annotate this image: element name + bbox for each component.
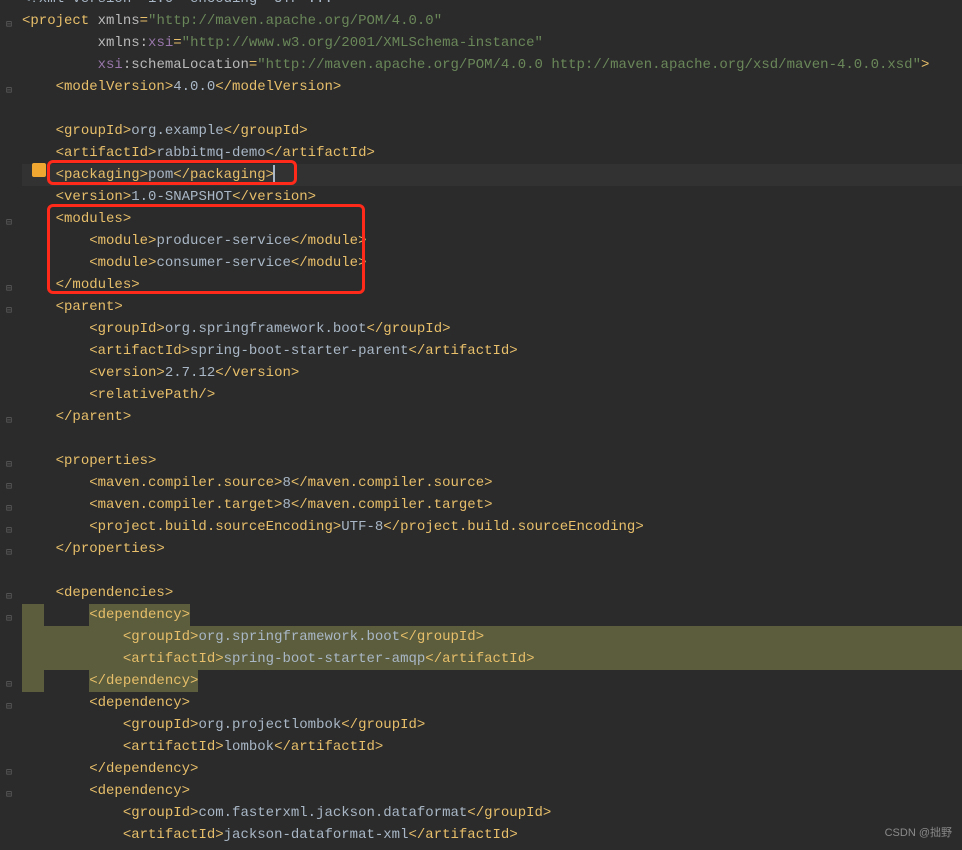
code-area[interactable]: <?xml version="1.0" encoding="UTF-...<pr… xyxy=(22,0,962,850)
code-line[interactable]: <groupId>org.example</groupId> xyxy=(22,120,962,142)
code-line[interactable]: <relativePath/> xyxy=(22,384,962,406)
code-line[interactable]: <parent> xyxy=(22,296,962,318)
code-line[interactable]: <properties> xyxy=(22,450,962,472)
fold-toggle[interactable]: ⊟ xyxy=(6,609,12,631)
fold-toggle[interactable]: ⊟ xyxy=(6,763,12,785)
code-line[interactable]: <groupId>com.fasterxml.jackson.dataforma… xyxy=(22,802,962,824)
change-marker xyxy=(22,670,44,692)
code-line[interactable]: <artifactId>lombok</artifactId> xyxy=(22,736,962,758)
code-line[interactable] xyxy=(22,428,962,450)
code-line[interactable]: <project.build.sourceEncoding>UTF-8</pro… xyxy=(22,516,962,538)
fold-toggle[interactable]: ⊟ xyxy=(6,499,12,521)
fold-toggle[interactable]: ⊟ xyxy=(6,81,12,103)
code-line[interactable]: <module>consumer-service</module> xyxy=(22,252,962,274)
code-line[interactable]: <dependency> xyxy=(22,780,962,802)
fold-toggle[interactable]: ⊟ xyxy=(6,15,12,37)
change-marker xyxy=(22,648,44,670)
fold-toggle[interactable]: ⊟ xyxy=(6,301,12,323)
code-line[interactable]: </modules> xyxy=(22,274,962,296)
intention-bulb-icon[interactable] xyxy=(32,163,46,177)
code-line[interactable]: <groupId>org.springframework.boot</group… xyxy=(22,626,962,648)
fold-toggle[interactable]: ⊟ xyxy=(6,213,12,235)
watermark: CSDN @拙野 xyxy=(885,822,952,844)
fold-toggle[interactable]: ⊟ xyxy=(6,411,12,433)
code-line[interactable]: <maven.compiler.target>8</maven.compiler… xyxy=(22,494,962,516)
fold-toggle[interactable]: ⊟ xyxy=(6,455,12,477)
fold-toggle[interactable]: ⊟ xyxy=(6,587,12,609)
fold-toggle[interactable]: ⊟ xyxy=(6,279,12,301)
change-marker xyxy=(22,604,44,626)
code-line[interactable]: xsi:schemaLocation="http://maven.apache.… xyxy=(22,54,962,76)
fold-toggle[interactable]: ⊟ xyxy=(6,785,12,807)
code-line[interactable]: <artifactId>spring-boot-starter-parent</… xyxy=(22,340,962,362)
code-line[interactable]: <modules> xyxy=(22,208,962,230)
code-line[interactable]: <groupId>org.springframework.boot</group… xyxy=(22,318,962,340)
code-line[interactable]: <dependency> xyxy=(22,692,962,714)
change-marker xyxy=(22,626,44,648)
fold-toggle[interactable]: ⊟ xyxy=(6,543,12,565)
code-line[interactable]: <project xmlns="http://maven.apache.org/… xyxy=(22,10,962,32)
code-line[interactable]: <artifactId>rabbitmq-demo</artifactId> xyxy=(22,142,962,164)
gutter: ⊟⊟⊟⊟⊟⊟⊟⊟⊟⊟⊟⊟⊟⊟⊟⊟⊟ xyxy=(0,0,22,850)
code-line[interactable]: <version>1.0-SNAPSHOT</version> xyxy=(22,186,962,208)
code-line[interactable]: <version>2.7.12</version> xyxy=(22,362,962,384)
code-line[interactable]: <artifactId>jackson-dataformat-xml</arti… xyxy=(22,824,962,846)
code-line[interactable]: <groupId>org.projectlombok</groupId> xyxy=(22,714,962,736)
code-editor[interactable]: ⊟⊟⊟⊟⊟⊟⊟⊟⊟⊟⊟⊟⊟⊟⊟⊟⊟ <?xml version="1.0" en… xyxy=(0,0,962,850)
code-line[interactable]: </dependency> xyxy=(22,670,962,692)
code-line[interactable]: <packaging>pom</packaging> xyxy=(22,164,962,186)
code-line[interactable]: <dependencies> xyxy=(22,582,962,604)
code-line[interactable] xyxy=(22,98,962,120)
code-line[interactable]: </dependency> xyxy=(22,758,962,780)
fold-toggle[interactable]: ⊟ xyxy=(6,477,12,499)
code-line[interactable]: </properties> xyxy=(22,538,962,560)
fold-toggle[interactable]: ⊟ xyxy=(6,521,12,543)
code-line[interactable]: <maven.compiler.source>8</maven.compiler… xyxy=(22,472,962,494)
code-line[interactable]: <artifactId>spring-boot-starter-amqp</ar… xyxy=(22,648,962,670)
code-line[interactable]: <dependency> xyxy=(22,604,962,626)
code-line[interactable] xyxy=(22,560,962,582)
code-line[interactable]: <?xml version="1.0" encoding="UTF-... xyxy=(22,0,962,10)
code-line[interactable]: <modelVersion>4.0.0</modelVersion> xyxy=(22,76,962,98)
fold-toggle[interactable]: ⊟ xyxy=(6,697,12,719)
fold-toggle[interactable]: ⊟ xyxy=(6,675,12,697)
code-line[interactable]: </parent> xyxy=(22,406,962,428)
code-line[interactable]: <module>producer-service</module> xyxy=(22,230,962,252)
code-line[interactable]: xmlns:xsi="http://www.w3.org/2001/XMLSch… xyxy=(22,32,962,54)
